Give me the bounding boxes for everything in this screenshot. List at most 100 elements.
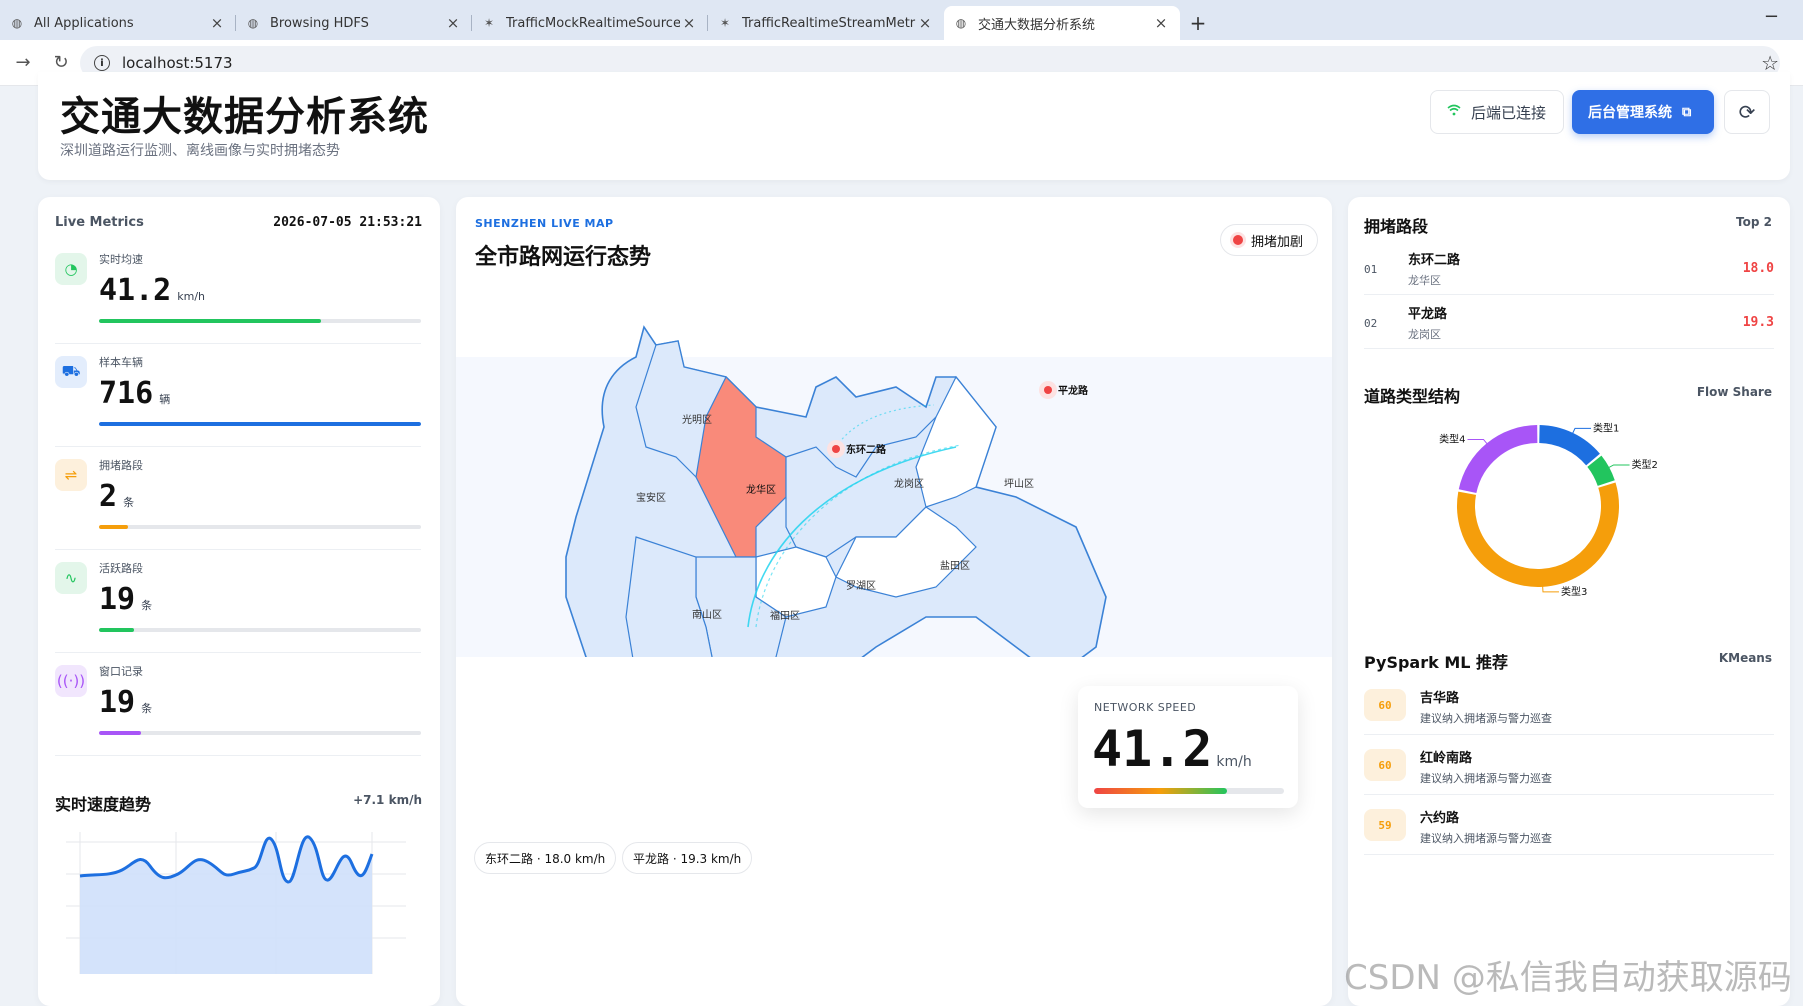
tab-label: 交通大数据分析系统 [978,17,1096,33]
network-speed-value: 41.2 km/h [1092,720,1252,778]
metric-row: ∿ 活跃路段 19 条 [55,550,421,653]
ml-road-name: 红岭南路 [1420,751,1473,766]
congestion-row[interactable]: 01 东环二路 龙华区 18.0 [1364,241,1774,295]
metric-row: ((·)) 窗口记录 19 条 [55,653,421,756]
congestion-row[interactable]: 02 平龙路 龙岗区 19.3 [1364,295,1774,349]
metric-value: 19 条 [99,685,153,720]
page-header: 交通大数据分析系统 深圳道路运行监测、离线画像与实时拥堵态势 后端已连接 后台管… [38,72,1790,180]
congestion-road: 东环二路 [1408,253,1461,268]
ml-note: 建议纳入拥堵源与警力巡查 [1420,712,1552,725]
alert-label: 拥堵加剧 [1250,234,1303,250]
donut-label: 类型1 [1593,421,1619,434]
admin-system-button[interactable]: 后台管理系统 ⧉ [1572,90,1714,134]
flink-icon: ✶ [719,16,731,30]
refresh-icon: ⟳ [1738,100,1756,124]
congestion-alert-pill[interactable]: 拥堵加剧 [1219,224,1318,256]
activity-icon: ∿ [55,562,87,594]
metric-progress-bar [99,525,421,529]
insights-panel: 拥堵路段 Top 2 01 东环二路 龙华区 18.0 02 平龙路 龙岗区 1… [1348,197,1790,1006]
watermark: CSDN @私信我自动获取源码 [1344,958,1792,998]
admin-button-label: 后台管理系统 [1588,105,1672,121]
globe-icon: ◍ [11,16,23,30]
road-chip[interactable]: 平龙路 · 19.3 km/h [622,842,753,874]
live-metrics-panel: Live Metrics 2026-07-05 21:53:21 ◔ 实时均速 41… [38,197,440,1006]
gauge-icon: ◔ [55,253,87,285]
page-title: 交通大数据分析系统 [60,94,429,140]
shenzhen-map[interactable]: 光明区 宝安区 龙华区 龙岗区 坪山区 南山区 福田区 罗湖区 盐田区 东环二路… [456,297,1332,657]
network-speed-bar [1094,788,1284,794]
road-chip[interactable]: 东环二路 · 18.0 km/h [474,842,617,874]
district-label: 龙岗区 [894,477,924,490]
car-icon: ⛟ [55,356,87,388]
metric-progress-bar [99,628,421,632]
city-map-panel: SHENZHEN LIVE MAP 全市路网运行态势 拥堵加剧 光明区 宝安区 … [456,197,1332,1006]
congestion-tag: Top 2 [1736,215,1772,229]
ml-recommendation-row[interactable]: 59 六约路 建议纳入拥堵源与警力巡查 [1364,795,1774,855]
close-icon[interactable]: × [444,14,462,32]
tab-browsing-hdfs[interactable]: ◍ Browsing HDFS × [236,6,472,40]
congestion-rank: 02 [1364,317,1378,330]
road-type-donut-chart: 类型1 类型2 类型3 类型4 [1439,421,1658,598]
ml-note: 建议纳入拥堵源与警力巡查 [1420,772,1552,785]
donut-slice [1587,455,1615,487]
external-link-icon: ⧉ [1682,104,1692,120]
ml-recommendation-row[interactable]: 60 红岭南路 建议纳入拥堵源与警力巡查 [1364,735,1774,795]
metric-row: ◔ 实时均速 41.2 km/h [55,241,421,344]
ml-road-name: 吉华路 [1420,691,1460,706]
map-kicker: SHENZHEN LIVE MAP [475,217,614,230]
close-icon[interactable]: × [208,14,226,32]
ml-note: 建议纳入拥堵源与警力巡查 [1420,832,1552,845]
broadcast-icon: ((·)) [55,665,87,697]
speed-trend-chart [66,832,406,974]
marker-label: 东环二路 [846,443,887,456]
ml-recommendation-row[interactable]: 60 吉华路 建议纳入拥堵源与警力巡查 [1364,675,1774,735]
close-icon[interactable]: × [680,14,698,32]
donut-slice [1538,425,1600,466]
globe-icon: ◍ [955,16,967,30]
flink-icon: ✶ [483,16,495,30]
site-info-icon[interactable]: i [94,55,110,71]
tab-label: TrafficRealtimeStreamMetrics [742,15,916,31]
tab-label: Browsing HDFS [270,15,369,31]
marker-label: 平龙路 [1058,384,1089,397]
tab-traffic-stream-metrics[interactable]: ✶ TrafficRealtimeStreamMetrics × [708,6,944,40]
new-tab-button[interactable]: + [1180,6,1216,40]
metric-value: 41.2 km/h [99,273,206,308]
forward-icon[interactable]: → [8,52,38,73]
browser-tab-bar: ◍ All Applications × ◍ Browsing HDFS × ✶… [0,0,1803,40]
district-label: 福田区 [770,609,800,622]
minimize-button[interactable]: − [1764,6,1779,27]
tab-traffic-mock-source[interactable]: ✶ TrafficMockRealtimeSource - × [472,6,708,40]
tab-all-applications[interactable]: ◍ All Applications × [0,6,236,40]
district-label: 光明区 [682,413,712,426]
metric-row: ⇌ 拥堵路段 2 条 [55,447,421,550]
congestion-speed: 18.0 [1742,261,1774,276]
road-types-tag: Flow Share [1696,385,1772,399]
url-text: localhost:5173 [122,54,233,72]
ml-score-badge: 60 [1364,749,1406,781]
tab-traffic-system[interactable]: ◍ 交通大数据分析系统 × [944,6,1180,40]
live-metrics-timestamp: 2026-07-05 21:53:21 [273,215,422,230]
tab-label: All Applications [34,15,134,31]
metric-progress-bar [99,319,421,323]
district-label: 龙华区 [746,483,776,496]
globe-icon: ◍ [247,16,259,30]
route-icon: ⇌ [55,459,87,491]
backend-status-label: 后端已连接 [1471,103,1547,122]
congestion-district: 龙岗区 [1408,328,1441,341]
congestion-speed: 19.3 [1742,315,1774,330]
wifi-icon [1447,104,1461,120]
road-types-title: 道路类型结构 [1364,387,1461,406]
refresh-button[interactable]: ⟳ [1724,90,1770,134]
close-icon[interactable]: × [1152,14,1170,32]
close-icon[interactable]: × [916,14,934,32]
donut-slice [1457,482,1619,587]
district-label: 宝安区 [636,491,666,504]
reload-icon[interactable]: ↻ [46,52,76,73]
live-metrics-heading: Live Metrics [55,215,144,230]
ml-title: PySpark ML 推荐 [1364,653,1509,672]
district-label: 坪山区 [1004,477,1034,490]
metric-label: 窗口记录 [99,665,143,678]
donut-label: 类型3 [1561,585,1587,598]
backend-status-button[interactable]: 后端已连接 [1430,90,1564,134]
